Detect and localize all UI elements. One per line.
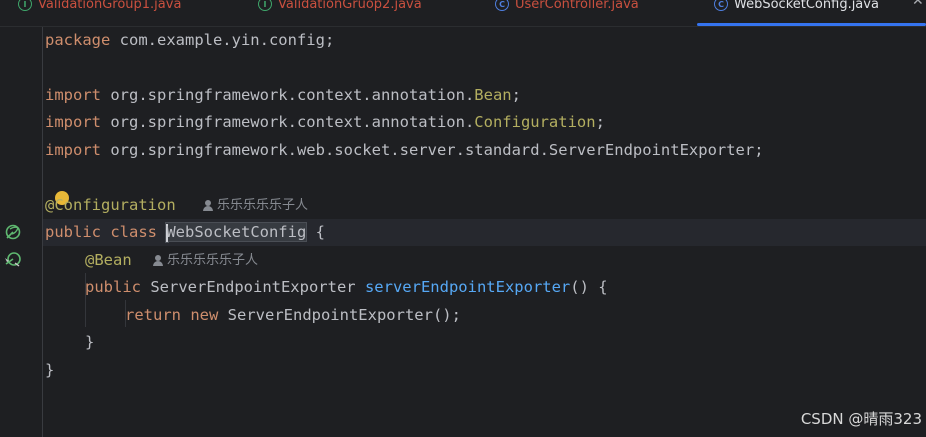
interface-icon: I — [258, 0, 272, 11]
tab-label: WebSocketConfig.java — [734, 0, 879, 12]
class-icon: C — [495, 0, 509, 11]
code-line-10: public ServerEndpointExporter serverEndp… — [85, 278, 608, 296]
code-line-4: import org.springframework.context.annot… — [45, 113, 605, 131]
user-icon — [153, 255, 163, 266]
active-tab-indicator — [697, 23, 926, 26]
author-hint[interactable]: 乐乐乐乐乐子人 — [203, 192, 308, 219]
code-line-3: import org.springframework.context.annot… — [45, 86, 521, 104]
tab-label: ValidationGruop2.java — [278, 0, 422, 12]
author-hint[interactable]: 乐乐乐乐乐子人 — [153, 247, 258, 274]
tab-validation-group1[interactable]: I ValidationGroup1.java — [18, 0, 181, 15]
close-icon[interactable]: ✕ — [912, 0, 924, 9]
code-line-1: package com.example.yin.config; — [45, 31, 335, 49]
watermark: CSDN @晴雨323 — [800, 410, 922, 428]
code-line-11: return new ServerEndpointExporter(); — [125, 306, 461, 324]
tab-label: UserController.java — [515, 0, 639, 12]
code-line-5: import org.springframework.web.socket.se… — [45, 141, 764, 159]
code-line-7: @Configuration — [45, 196, 176, 214]
spring-bean-gutter-icon[interactable] — [4, 223, 22, 241]
tab-user-controller[interactable]: C UserController.java — [495, 0, 639, 15]
code-line-9: @Bean — [85, 251, 132, 269]
class-icon: C — [714, 0, 728, 11]
editor-tab-bar: I ValidationGroup1.java I ValidationGruo… — [0, 0, 926, 27]
code-line-8: public class WebSocketConfig { — [45, 222, 325, 242]
code-line-12: } — [85, 333, 95, 351]
tab-validation-gruop2[interactable]: I ValidationGruop2.java — [258, 0, 422, 15]
code-line-13: } — [45, 361, 55, 379]
tab-websocket-config[interactable]: C WebSocketConfig.java — [714, 0, 879, 15]
code-editor[interactable]: package com.example.yin.config; import o… — [43, 27, 926, 437]
editor-gutter — [0, 27, 43, 437]
user-icon — [203, 200, 213, 211]
interface-icon: I — [18, 0, 32, 11]
tab-label: ValidationGroup1.java — [38, 0, 182, 12]
spring-bean-navigate-icon[interactable] — [4, 250, 22, 268]
